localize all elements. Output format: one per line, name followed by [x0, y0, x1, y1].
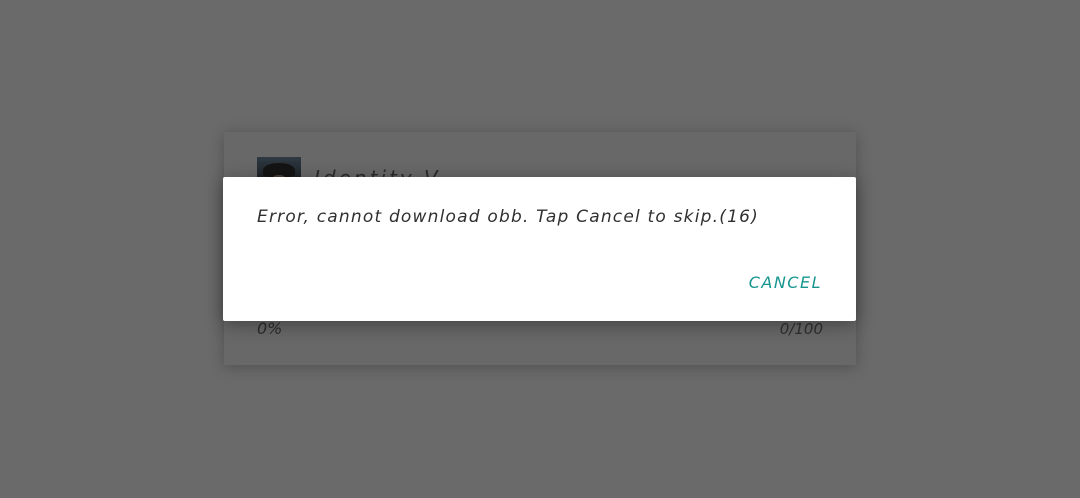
- error-message: Error, cannot download obb. Tap Cancel t…: [257, 207, 759, 227]
- error-alert-dialog: Error, cannot download obb. Tap Cancel t…: [223, 177, 856, 321]
- progress-percent: 0%: [257, 319, 283, 338]
- cancel-button[interactable]: CANCEL: [741, 267, 830, 298]
- progress-count: 0/100: [779, 320, 823, 338]
